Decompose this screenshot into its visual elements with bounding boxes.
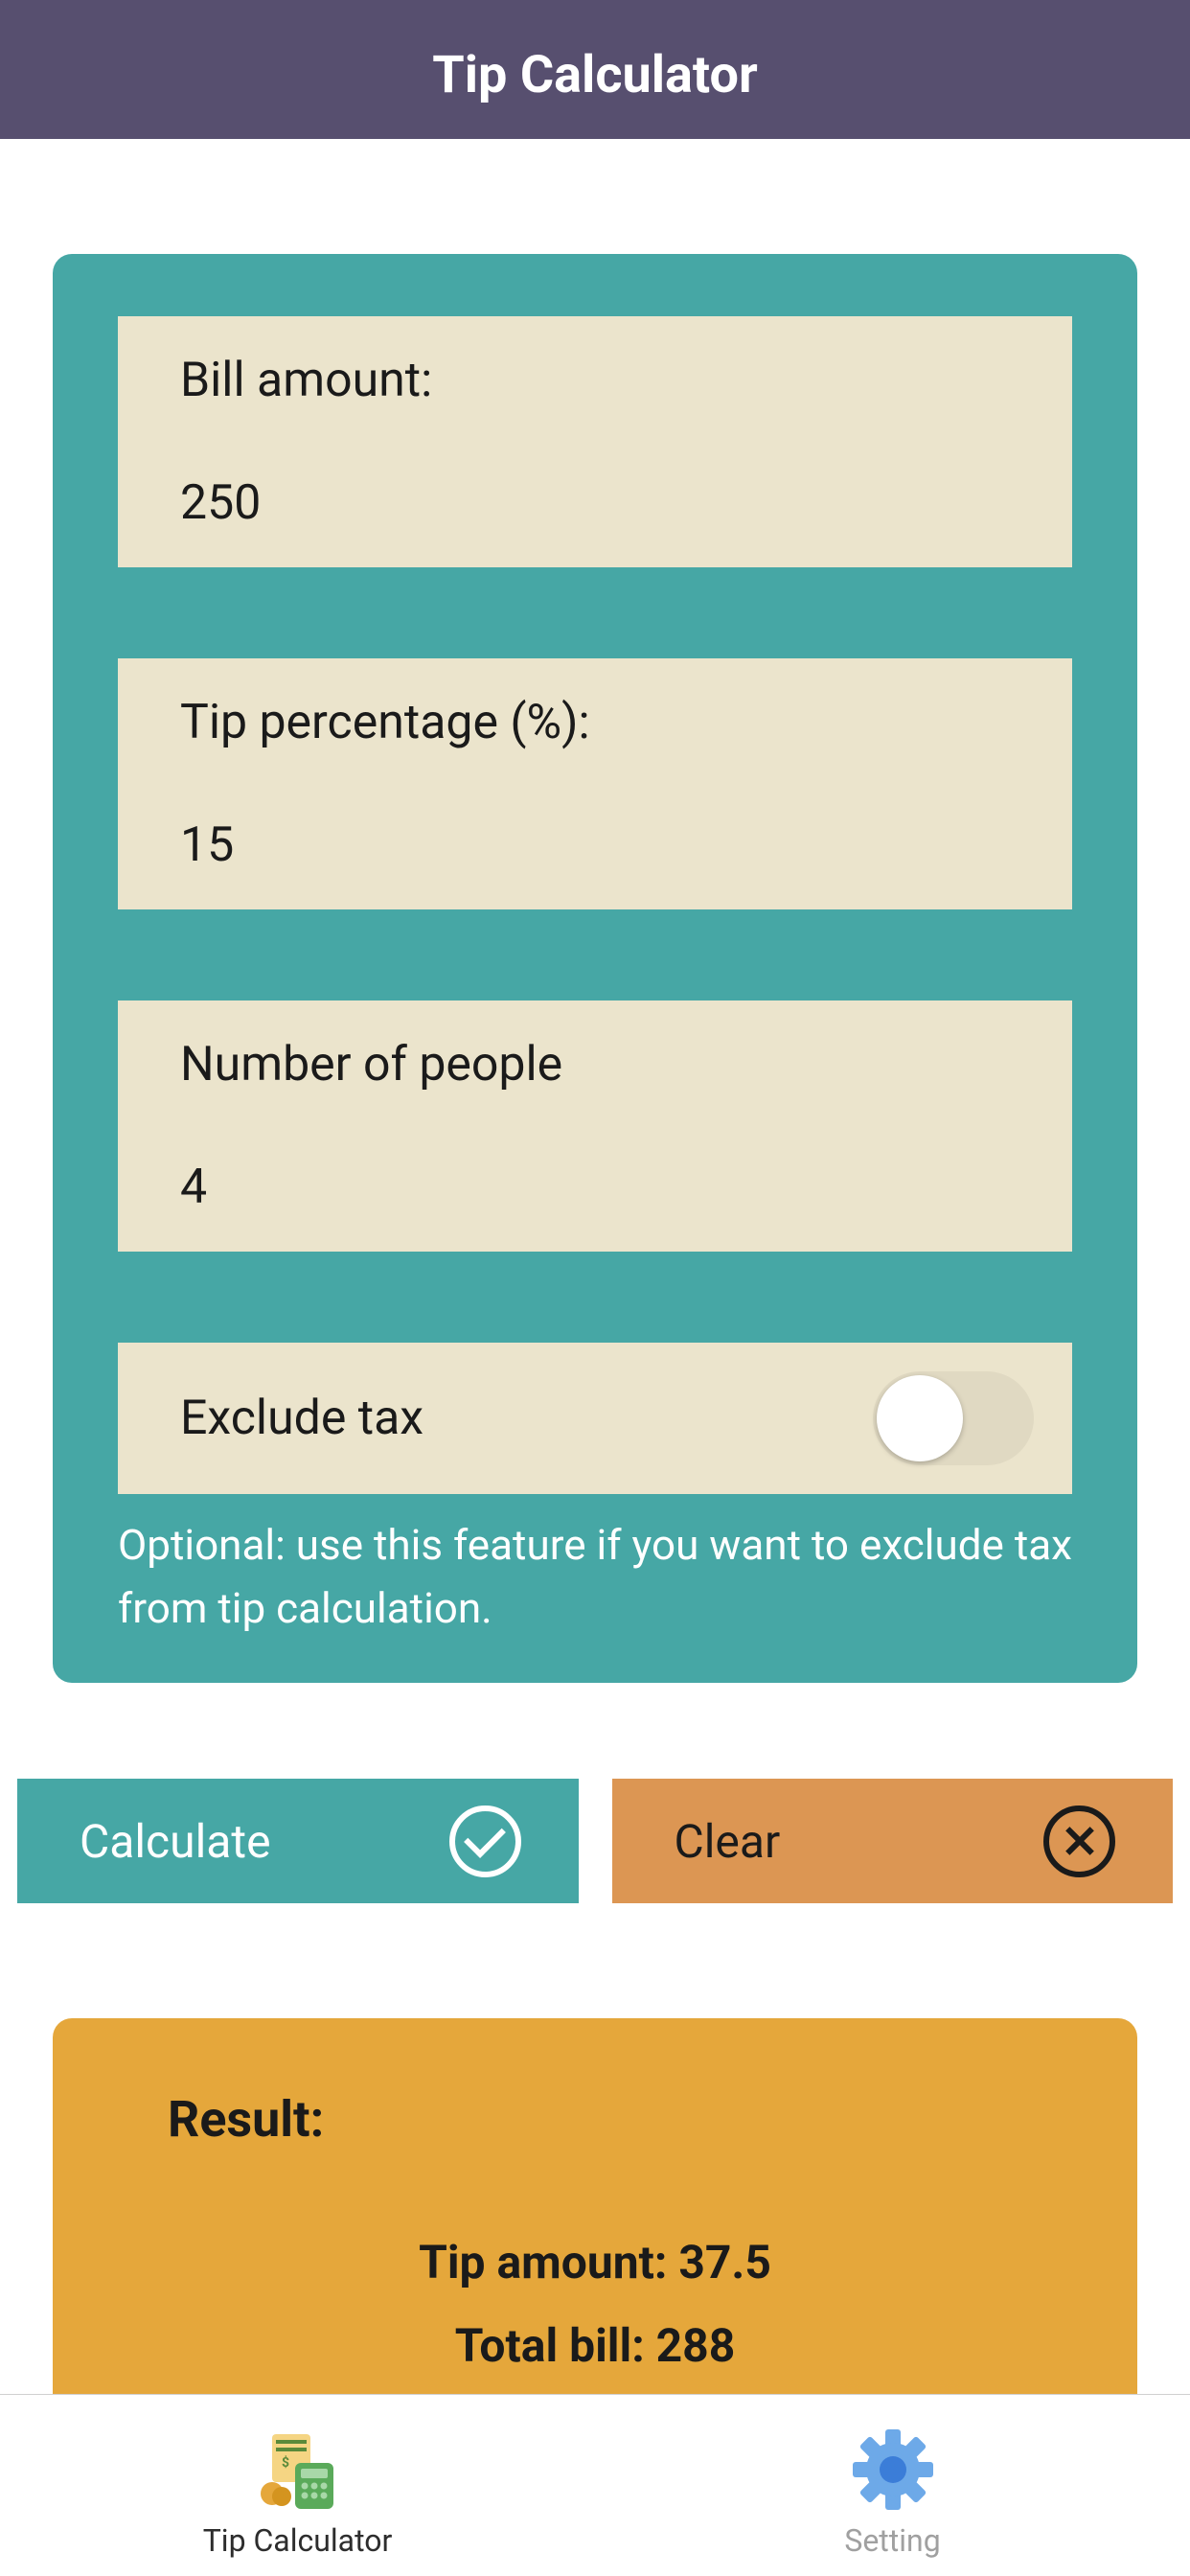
calculator-icon: $: [255, 2426, 341, 2513]
app-header: Tip Calculator: [0, 0, 1190, 139]
calculate-label: Calculate: [80, 1814, 271, 1869]
close-icon: [1043, 1806, 1115, 1877]
people-label: Number of people: [180, 1037, 1010, 1092]
tab-bar: $ Tip Calculator: [0, 2394, 1190, 2576]
svg-text:$: $: [282, 2454, 289, 2471]
tab-calculator[interactable]: $ Tip Calculator: [0, 2395, 595, 2576]
tab-setting[interactable]: Setting: [595, 2395, 1190, 2576]
check-icon: [449, 1806, 521, 1877]
result-tip-amount: Tip amount: 37.5: [168, 2235, 1022, 2289]
bill-amount-input[interactable]: [180, 475, 1010, 531]
people-input[interactable]: [180, 1160, 1010, 1215]
tip-percentage-label: Tip percentage (%):: [180, 695, 1010, 750]
tip-percentage-input[interactable]: [180, 817, 1010, 873]
button-row: Calculate Clear: [17, 1779, 1173, 1903]
result-total-bill: Total bill: 288: [168, 2318, 1022, 2373]
tab-setting-label: Setting: [844, 2522, 940, 2559]
people-block: Number of people: [118, 1000, 1072, 1252]
result-title: Result:: [168, 2090, 1022, 2149]
toggle-knob: [877, 1375, 963, 1461]
exclude-tax-toggle[interactable]: [873, 1371, 1034, 1465]
tab-calculator-label: Tip Calculator: [203, 2522, 393, 2559]
calculate-button[interactable]: Calculate: [17, 1779, 579, 1903]
clear-button[interactable]: Clear: [612, 1779, 1174, 1903]
bill-amount-block: Bill amount:: [118, 316, 1072, 567]
tip-percentage-block: Tip percentage (%):: [118, 658, 1072, 909]
clear-label: Clear: [675, 1814, 781, 1869]
gear-icon: [850, 2426, 936, 2513]
result-card: Result: Tip amount: 37.5 Total bill: 288: [53, 2018, 1137, 2459]
exclude-tax-hint: Optional: use this feature if you want t…: [118, 1513, 1072, 1640]
form-card: Bill amount: Tip percentage (%): Number …: [53, 254, 1137, 1683]
exclude-tax-label: Exclude tax: [180, 1391, 423, 1446]
bill-amount-label: Bill amount:: [180, 353, 1010, 408]
app-title: Tip Calculator: [432, 45, 757, 105]
exclude-tax-block: Exclude tax: [118, 1343, 1072, 1494]
